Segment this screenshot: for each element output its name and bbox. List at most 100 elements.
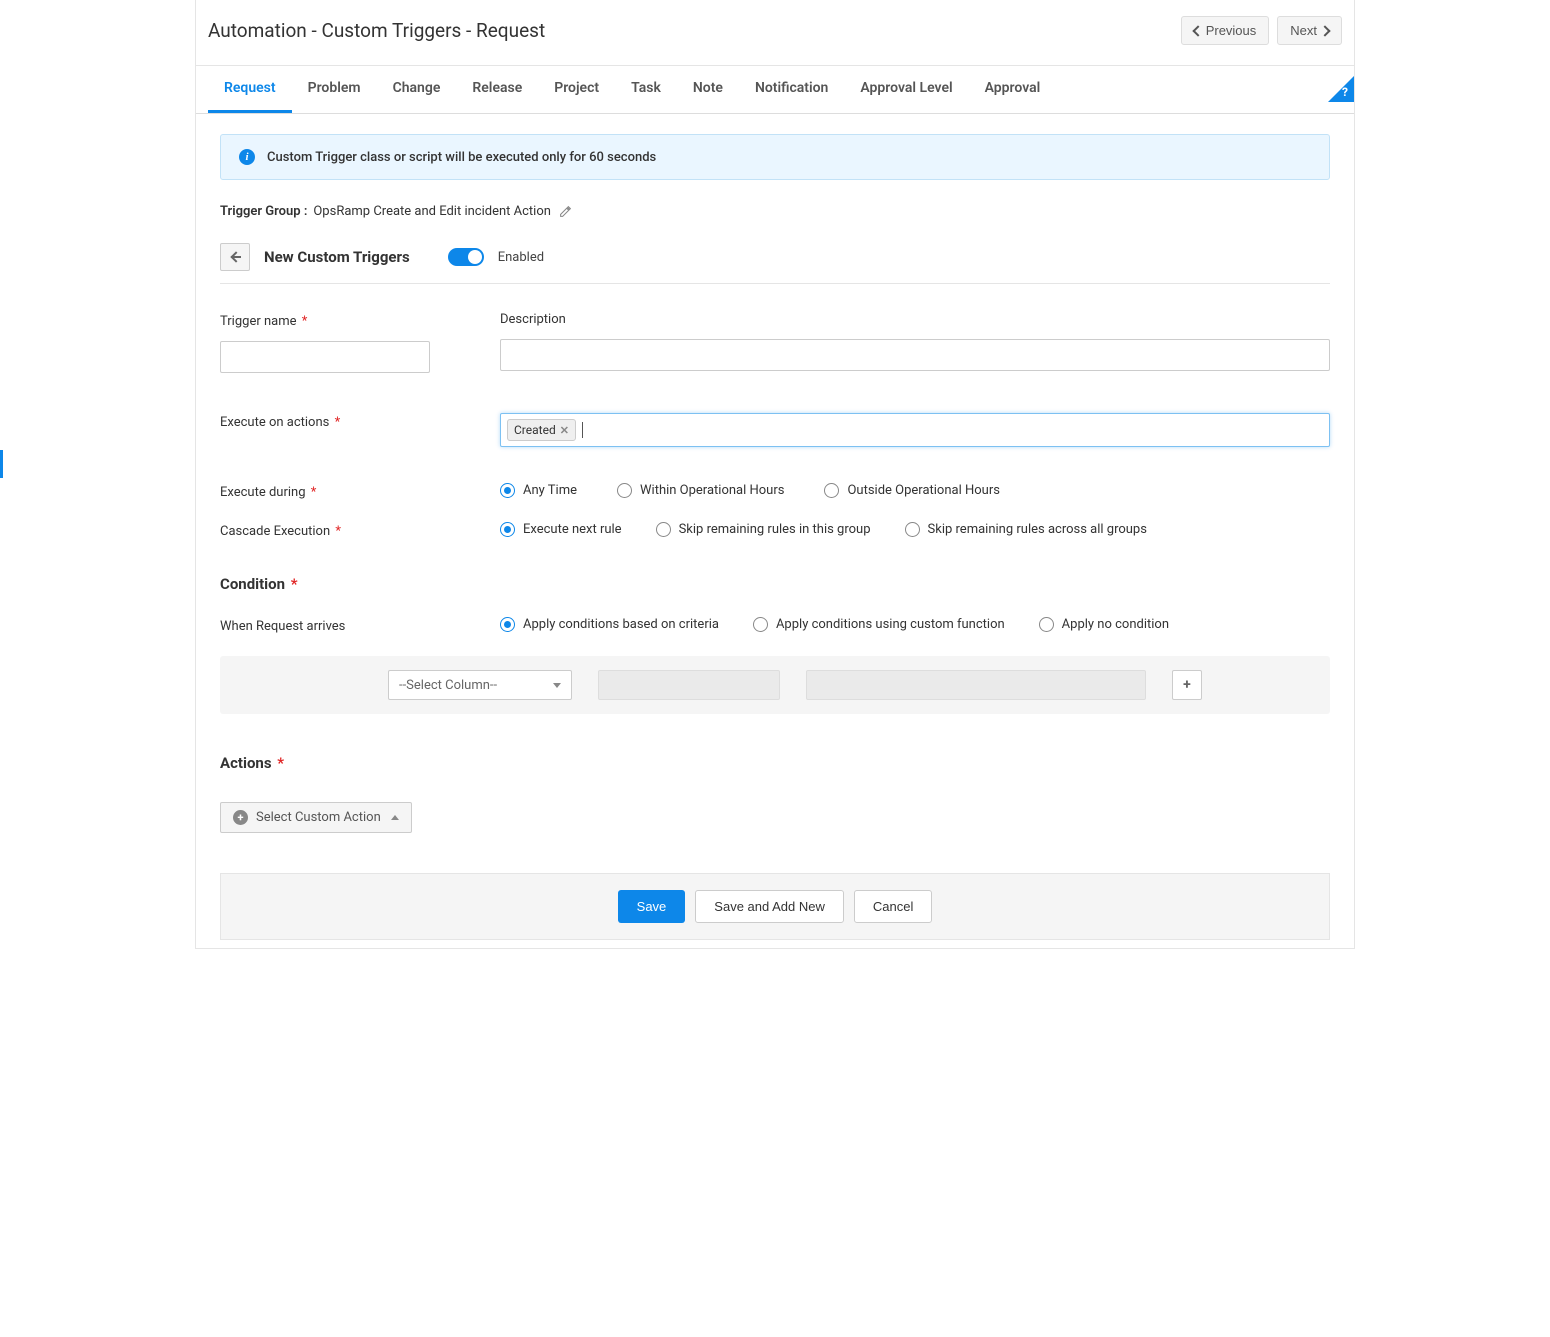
chevron-left-icon (1192, 25, 1203, 36)
info-icon: i (239, 149, 255, 165)
enabled-label: Enabled (498, 250, 544, 265)
execute-on-actions-label: Execute on actions (220, 415, 329, 430)
condition-heading: Condition * (220, 575, 1330, 593)
save-button[interactable]: Save (618, 890, 686, 923)
condition-radios: Apply conditions based on criteria Apply… (500, 617, 1330, 632)
trigger-name-label: Trigger name (220, 314, 297, 329)
radio-label: Within Operational Hours (640, 483, 784, 498)
tab-note[interactable]: Note (677, 66, 739, 113)
cascade-radios: Execute next rule Skip remaining rules i… (500, 522, 1330, 537)
info-bar: i Custom Trigger class or script will be… (220, 134, 1330, 180)
page-title: Automation - Custom Triggers - Request (208, 19, 545, 42)
section-title: New Custom Triggers (264, 248, 410, 266)
row-trigger-name: Trigger name * Description (220, 312, 1330, 373)
chevron-right-icon (1319, 25, 1330, 36)
tab-task[interactable]: Task (615, 66, 677, 113)
header-row: Automation - Custom Triggers - Request P… (196, 0, 1354, 66)
chevron-up-icon (391, 815, 399, 820)
arrow-left-icon (230, 251, 241, 262)
save-and-add-new-button[interactable]: Save and Add New (695, 890, 844, 923)
enabled-toggle[interactable] (448, 248, 484, 266)
radio-label: Apply conditions based on criteria (523, 617, 719, 632)
radio-execute-next-rule[interactable]: Execute next rule (500, 522, 622, 537)
add-criteria-button[interactable]: + (1172, 670, 1202, 700)
row-cascade: Cascade Execution * Execute next rule Sk… (220, 522, 1330, 539)
chevron-down-icon (553, 683, 561, 688)
tab-approval[interactable]: Approval (969, 66, 1057, 113)
tab-project[interactable]: Project (538, 66, 615, 113)
row-execute-during: Execute during * Any Time Within Operati… (220, 483, 1330, 500)
radio-label: Apply conditions using custom function (776, 617, 1005, 632)
radio-criteria[interactable]: Apply conditions based on criteria (500, 617, 719, 632)
execute-on-actions-input[interactable]: Created ✕ (500, 413, 1330, 447)
required-asterisk: * (335, 524, 341, 539)
radio-icon (500, 617, 515, 632)
radio-label: Skip remaining rules across all groups (928, 522, 1147, 537)
close-icon[interactable]: ✕ (560, 424, 569, 437)
description-label: Description (500, 312, 566, 327)
tab-change[interactable]: Change (377, 66, 457, 113)
select-custom-action-label: Select Custom Action (256, 810, 381, 825)
previous-button[interactable]: Previous (1181, 16, 1270, 45)
criteria-row: --Select Column-- + (220, 656, 1330, 714)
tag-created-label: Created (514, 423, 556, 437)
content-area: i Custom Trigger class or script will be… (208, 114, 1342, 940)
next-button[interactable]: Next (1277, 16, 1342, 45)
required-asterisk: * (335, 415, 341, 430)
radio-outside-hours[interactable]: Outside Operational Hours (824, 483, 999, 498)
radio-icon (905, 522, 920, 537)
radio-icon (1039, 617, 1054, 632)
row-when-arrives: When Request arrives Apply conditions ba… (220, 617, 1330, 634)
text-cursor (582, 422, 583, 438)
radio-label: Any Time (523, 483, 577, 498)
radio-within-hours[interactable]: Within Operational Hours (617, 483, 784, 498)
radio-any-time[interactable]: Any Time (500, 483, 577, 498)
tab-release[interactable]: Release (456, 66, 538, 113)
trigger-group-row: Trigger Group : OpsRamp Create and Edit … (220, 204, 1330, 219)
description-input[interactable] (500, 339, 1330, 371)
select-placeholder: --Select Column-- (399, 678, 497, 693)
trigger-group-value: OpsRamp Create and Edit incident Action (313, 204, 551, 219)
tab-notification[interactable]: Notification (739, 66, 844, 113)
radio-skip-all[interactable]: Skip remaining rules across all groups (905, 522, 1147, 537)
required-asterisk: * (277, 754, 284, 772)
execute-during-label: Execute during (220, 485, 306, 500)
radio-custom-function[interactable]: Apply conditions using custom function (753, 617, 1005, 632)
footer-actions: Save Save and Add New Cancel (220, 873, 1330, 940)
nav-buttons: Previous Next (1181, 16, 1342, 45)
info-message: Custom Trigger class or script will be e… (267, 150, 656, 165)
tab-problem[interactable]: Problem (292, 66, 377, 113)
back-button[interactable] (220, 243, 250, 271)
radio-icon (753, 617, 768, 632)
criteria-operator-input[interactable] (598, 670, 780, 700)
row-execute-on-actions: Execute on actions * Created ✕ (220, 413, 1330, 447)
trigger-name-input[interactable] (220, 341, 430, 373)
tab-request[interactable]: Request (208, 66, 292, 113)
pencil-icon[interactable] (559, 205, 572, 218)
select-custom-action-button[interactable]: + Select Custom Action (220, 802, 412, 833)
radio-icon (656, 522, 671, 537)
select-column[interactable]: --Select Column-- (388, 670, 572, 700)
section-head: New Custom Triggers Enabled (220, 243, 1330, 284)
required-asterisk: * (311, 485, 317, 500)
form-area: Trigger name * Description Execute on ac… (220, 284, 1330, 940)
next-label: Next (1290, 23, 1317, 38)
cascade-label: Cascade Execution (220, 524, 330, 539)
cancel-button[interactable]: Cancel (854, 890, 932, 923)
left-accent-strip (0, 0, 4, 1337)
radio-icon (500, 483, 515, 498)
radio-icon (500, 522, 515, 537)
radio-label: Outside Operational Hours (847, 483, 999, 498)
criteria-value-input[interactable] (806, 670, 1146, 700)
radio-no-condition[interactable]: Apply no condition (1039, 617, 1169, 632)
radio-label: Execute next rule (523, 522, 622, 537)
radio-skip-group[interactable]: Skip remaining rules in this group (656, 522, 871, 537)
help-icon[interactable]: ? (1328, 76, 1354, 102)
trigger-group-label: Trigger Group : (220, 204, 307, 219)
tab-approval-level[interactable]: Approval Level (844, 66, 968, 113)
radio-icon (617, 483, 632, 498)
tabs-bar: Request Problem Change Release Project T… (196, 66, 1354, 114)
when-arrives-label: When Request arrives (220, 619, 345, 634)
tag-created[interactable]: Created ✕ (507, 419, 576, 441)
radio-icon (824, 483, 839, 498)
